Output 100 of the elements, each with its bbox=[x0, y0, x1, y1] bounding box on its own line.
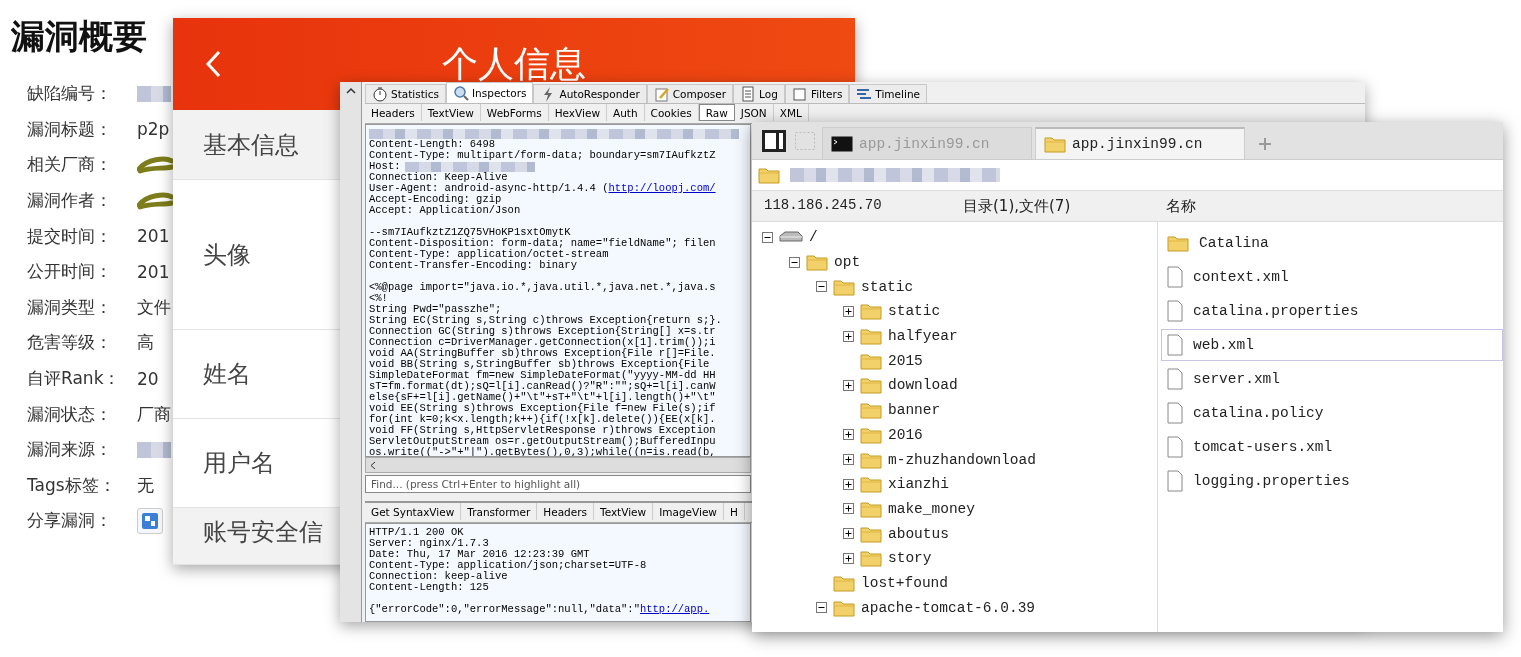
tree-item[interactable]: apache-tomcat-6.0.39 bbox=[861, 599, 1036, 616]
section-header: 基本信息 bbox=[173, 110, 340, 180]
expand-icon[interactable] bbox=[843, 552, 854, 564]
file-row[interactable]: server.xml bbox=[1161, 363, 1503, 395]
tab[interactable]: Log bbox=[733, 84, 785, 103]
field-value: 201 bbox=[137, 226, 171, 247]
code-line: Content-Length: 6498 bbox=[369, 139, 496, 150]
code-line: void AA(StringBuffer sb)throws Exception{File r[]=File. bbox=[369, 348, 716, 359]
caret-up-icon bbox=[345, 87, 356, 94]
expand-icon[interactable] bbox=[843, 305, 854, 317]
field-label: 提交时间： bbox=[27, 224, 113, 248]
file-row[interactable]: context.xml bbox=[1161, 261, 1503, 293]
item-count: 目录(1),文件(7) bbox=[963, 196, 1071, 216]
code-line: String EC(String s,String c)throws Exception{return s;}. bbox=[369, 315, 722, 326]
code-line: else{sF+=l[i].getName()+"\t"+sT+"\t"+l[i].length()+"\t" bbox=[369, 392, 716, 403]
tree-item[interactable]: story bbox=[888, 550, 932, 567]
tab[interactable]: Statistics bbox=[365, 84, 446, 103]
field-label: Tags标签： bbox=[27, 473, 117, 497]
tree-item[interactable]: download bbox=[888, 377, 958, 394]
tab[interactable]: AutoResponder bbox=[533, 84, 647, 103]
tab[interactable]: Inspectors bbox=[446, 82, 534, 103]
stopwatch-icon bbox=[372, 86, 388, 102]
scroll-left-icon bbox=[370, 460, 376, 470]
file-row[interactable]: web.xml bbox=[1161, 329, 1503, 361]
folder-icon bbox=[860, 499, 882, 518]
code-line: <%@page import="java.io.*,java.util.*,java.net.*,java.s bbox=[369, 282, 716, 293]
folder-icon bbox=[833, 573, 855, 592]
expand-icon[interactable] bbox=[843, 503, 854, 515]
scribble-mark bbox=[137, 155, 173, 175]
folder-icon bbox=[860, 524, 882, 543]
tree-item[interactable]: / bbox=[809, 229, 818, 246]
file-row[interactable]: logging.properties bbox=[1161, 465, 1503, 497]
code-line: --sm7IAufkztZ1ZQ75VHoKP1sxtOmytK bbox=[369, 227, 571, 238]
code-line: String Pwd="passzhe"; bbox=[369, 304, 502, 315]
field-value: 201 bbox=[137, 261, 171, 282]
folder-icon bbox=[860, 302, 882, 321]
code-line: ServletOutputStream os=r.getOutputStream();BufferedInpu bbox=[369, 436, 716, 447]
expand-icon[interactable] bbox=[843, 330, 854, 342]
horizontal-scrollbar[interactable] bbox=[365, 457, 751, 473]
document-icon bbox=[1167, 368, 1183, 390]
field-label: 漏洞来源： bbox=[27, 438, 113, 462]
panel-icon bbox=[762, 130, 786, 152]
code-line: Content-Disposition: form-data; name="fieldName"; filen bbox=[369, 238, 716, 249]
tree-item[interactable]: m-zhuzhandownload bbox=[888, 451, 1036, 468]
column-header[interactable]: 名称 bbox=[1158, 196, 1503, 216]
collapse-icon[interactable] bbox=[789, 256, 800, 268]
tab[interactable]: app.jinxin99.cn bbox=[1035, 127, 1245, 159]
file-row[interactable]: Catalina bbox=[1161, 227, 1503, 259]
file-row[interactable]: tomcat-users.xml bbox=[1161, 431, 1503, 463]
back-button[interactable] bbox=[205, 50, 221, 78]
link[interactable]: http://app. bbox=[639, 603, 710, 615]
field-label: 相关厂商： bbox=[27, 153, 113, 177]
expand-icon[interactable] bbox=[843, 379, 854, 391]
document-icon bbox=[1167, 266, 1183, 288]
plus-icon bbox=[1258, 137, 1272, 151]
folder-icon bbox=[860, 401, 882, 420]
tree-item[interactable]: static bbox=[888, 303, 941, 320]
tree-item[interactable]: aboutus bbox=[888, 525, 949, 542]
field-label: 分享漏洞： bbox=[27, 509, 113, 533]
tab[interactable]: Raw bbox=[698, 104, 735, 121]
share-button[interactable] bbox=[137, 507, 163, 534]
tree-item[interactable]: opt bbox=[834, 254, 861, 271]
tree-item[interactable]: 2015 bbox=[888, 352, 923, 369]
folder-icon bbox=[860, 549, 882, 568]
expand-icon[interactable] bbox=[843, 429, 854, 441]
code-line: Date: Thu, 17 Mar 2016 12:23:39 GMT bbox=[369, 549, 590, 560]
field-value: 20 bbox=[137, 368, 160, 389]
tree-item[interactable]: banner bbox=[888, 402, 941, 419]
tree-item[interactable]: halfyear bbox=[888, 328, 958, 345]
file-row[interactable]: catalina.properties bbox=[1161, 295, 1503, 327]
expand-icon[interactable] bbox=[843, 478, 854, 490]
code-line: Accept: Application/Json bbox=[369, 205, 521, 216]
tab[interactable]: Timeline bbox=[849, 84, 927, 103]
expand-icon[interactable] bbox=[843, 454, 854, 466]
folder-icon bbox=[833, 598, 855, 617]
drive-icon bbox=[779, 230, 803, 245]
tree-item[interactable]: make_money bbox=[888, 500, 975, 517]
field-label: 漏洞状态： bbox=[27, 402, 113, 426]
tab[interactable]: Filters bbox=[784, 84, 850, 103]
tree-item[interactable]: static bbox=[861, 278, 914, 295]
field-label: 自评Rank： bbox=[27, 367, 122, 391]
find-field[interactable]: Find... (press Ctrl+Enter to highlight all) bbox=[365, 475, 751, 493]
field-label: 漏洞标题： bbox=[27, 117, 113, 141]
expand-icon[interactable] bbox=[843, 528, 854, 540]
field-label: 危害等级： bbox=[27, 331, 113, 355]
collapse-icon[interactable] bbox=[816, 281, 827, 293]
share-icon bbox=[141, 511, 159, 530]
code-line: HTTP/1.1 200 OK bbox=[369, 527, 464, 538]
folder-icon bbox=[860, 425, 882, 444]
tree-item[interactable]: xianzhi bbox=[888, 476, 949, 493]
file-row[interactable]: catalina.policy bbox=[1161, 397, 1503, 429]
link[interactable]: http://loopj.com/ bbox=[608, 182, 716, 194]
field-value: 厂商 bbox=[137, 402, 172, 426]
panel-toggle-button[interactable] bbox=[760, 127, 788, 155]
section-header: 账号安全信 bbox=[173, 508, 340, 565]
tree-item[interactable]: 2016 bbox=[888, 426, 923, 443]
tab[interactable]: Composer bbox=[646, 84, 734, 103]
collapse-icon[interactable] bbox=[816, 602, 827, 614]
tree-item[interactable]: lost+found bbox=[861, 574, 948, 591]
collapse-icon[interactable] bbox=[762, 231, 773, 243]
